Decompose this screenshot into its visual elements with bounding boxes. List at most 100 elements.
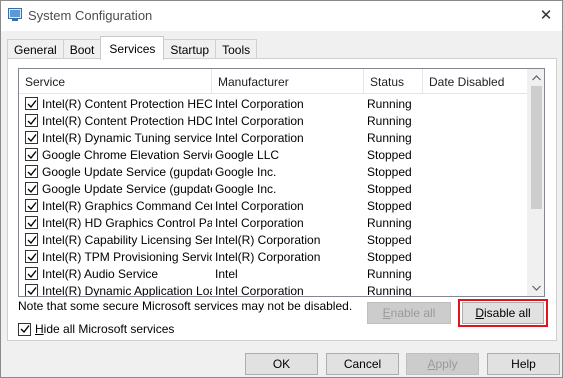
service-name: Intel(R) Dynamic Application Loa... bbox=[42, 283, 212, 297]
table-row[interactable]: Google Chrome Elevation Servic... Google … bbox=[19, 146, 529, 163]
checkmark-icon bbox=[27, 201, 37, 210]
manufacturer-cell: Intel Corporation bbox=[215, 96, 304, 111]
table-row[interactable]: Intel(R) HD Graphics Control Pa... Intel … bbox=[19, 214, 529, 231]
service-name: Google Update Service (gupdate) bbox=[42, 164, 212, 179]
manufacturer-cell: Intel Corporation bbox=[215, 215, 304, 230]
service-checkbox[interactable] bbox=[25, 284, 38, 296]
close-button[interactable]: ✕ bbox=[534, 3, 558, 27]
table-row[interactable]: Intel(R) Capability Licensing Ser... Inte… bbox=[19, 231, 529, 248]
manufacturer-cell: Intel bbox=[215, 266, 238, 281]
status-cell: Stopped bbox=[367, 147, 412, 162]
checkmark-icon bbox=[27, 218, 37, 227]
window-title: System Configuration bbox=[28, 8, 153, 23]
hide-ms-accesskey: H bbox=[35, 322, 44, 336]
checkmark-icon bbox=[27, 184, 37, 193]
manufacturer-cell: Google LLC bbox=[215, 147, 280, 162]
service-name: Intel(R) HD Graphics Control Pa... bbox=[42, 215, 212, 230]
tab-tools[interactable]: Tools bbox=[215, 39, 258, 60]
vertical-scrollbar[interactable] bbox=[527, 69, 544, 296]
status-cell: Running bbox=[367, 215, 412, 230]
column-header-manufacturer[interactable]: Manufacturer bbox=[212, 69, 364, 94]
table-row[interactable]: Intel(R) Content Protection HEC... Intel … bbox=[19, 95, 529, 112]
status-cell: Stopped bbox=[367, 164, 412, 179]
manufacturer-cell: Intel Corporation bbox=[215, 283, 304, 297]
services-list: Service Manufacturer Status Date Disable… bbox=[18, 68, 545, 297]
status-cell: Stopped bbox=[367, 198, 412, 213]
cancel-label: Cancel bbox=[343, 357, 382, 371]
close-icon: ✕ bbox=[539, 7, 553, 24]
service-name-cell: Intel(R) HD Graphics Control Pa... bbox=[19, 216, 212, 230]
checkmark-icon bbox=[27, 235, 37, 244]
hide-ms-label-rest: ide all Microsoft services bbox=[43, 322, 175, 336]
cancel-button[interactable]: Cancel bbox=[326, 353, 399, 375]
service-checkbox[interactable] bbox=[25, 165, 38, 178]
service-checkbox[interactable] bbox=[25, 233, 38, 246]
scroll-up-arrow[interactable] bbox=[528, 69, 544, 86]
help-button[interactable]: Help bbox=[487, 353, 560, 375]
manufacturer-cell: Google Inc. bbox=[215, 164, 277, 179]
chevron-down-icon bbox=[532, 285, 541, 291]
service-name: Intel(R) Graphics Command Cen... bbox=[42, 198, 212, 213]
service-name: Intel(R) Capability Licensing Ser... bbox=[42, 232, 212, 247]
ok-button[interactable]: OK bbox=[245, 353, 318, 375]
tab-startup[interactable]: Startup bbox=[163, 39, 217, 60]
table-row[interactable]: Intel(R) Audio Service Intel Running bbox=[19, 265, 529, 282]
checkmark-icon bbox=[27, 99, 37, 108]
service-name-cell: Intel(R) Audio Service bbox=[19, 267, 212, 281]
service-name: Intel(R) Dynamic Tuning service bbox=[42, 130, 212, 145]
service-checkbox[interactable] bbox=[25, 199, 38, 212]
column-header-date-disabled[interactable]: Date Disabled bbox=[423, 69, 529, 94]
table-row[interactable]: Intel(R) Dynamic Tuning service Intel Cor… bbox=[19, 129, 529, 146]
table-row[interactable]: Intel(R) TPM Provisioning Service Intel(R… bbox=[19, 248, 529, 265]
service-name-cell: Intel(R) Graphics Command Cen... bbox=[19, 199, 212, 213]
manufacturer-cell: Intel Corporation bbox=[215, 130, 304, 145]
table-row[interactable]: Google Update Service (gupdatem) Google I… bbox=[19, 180, 529, 197]
checkmark-icon bbox=[27, 116, 37, 125]
service-checkbox[interactable] bbox=[25, 250, 38, 263]
column-header-status[interactable]: Status bbox=[364, 69, 423, 94]
column-header-service[interactable]: Service bbox=[19, 69, 212, 94]
checkmark-icon bbox=[27, 252, 37, 261]
checkmark-icon bbox=[27, 150, 37, 159]
service-checkbox[interactable] bbox=[25, 114, 38, 127]
service-name-cell: Intel(R) TPM Provisioning Service bbox=[19, 250, 212, 264]
hide-microsoft-services-option[interactable]: Hide all Microsoft services bbox=[18, 322, 174, 336]
hide-microsoft-services-checkbox[interactable] bbox=[18, 322, 31, 336]
status-cell: Running bbox=[367, 113, 412, 128]
service-checkbox[interactable] bbox=[25, 267, 38, 280]
manufacturer-cell: Intel Corporation bbox=[215, 198, 304, 213]
table-row[interactable]: Intel(R) Dynamic Application Loa... Intel… bbox=[19, 282, 529, 297]
enable-all-button[interactable]: Enable all bbox=[367, 302, 451, 324]
status-cell: Stopped bbox=[367, 232, 412, 247]
apply-button[interactable]: Apply bbox=[406, 353, 479, 375]
service-checkbox[interactable] bbox=[25, 148, 38, 161]
disable-all-highlight-box bbox=[458, 299, 548, 327]
tab-label: Startup bbox=[170, 43, 210, 57]
tab-label: Boot bbox=[69, 43, 95, 57]
status-cell: Running bbox=[367, 283, 412, 297]
manufacturer-cell: Intel(R) Corporation bbox=[215, 232, 321, 247]
service-checkbox[interactable] bbox=[25, 97, 38, 110]
manufacturer-cell: Intel(R) Corporation bbox=[215, 249, 321, 264]
service-checkbox[interactable] bbox=[25, 182, 38, 195]
services-panel: Service Manufacturer Status Date Disable… bbox=[7, 58, 557, 341]
service-checkbox[interactable] bbox=[25, 131, 38, 144]
status-cell: Stopped bbox=[367, 181, 412, 196]
tab-label: Services bbox=[109, 41, 156, 56]
tab-services[interactable]: Services bbox=[100, 36, 165, 60]
tab-general[interactable]: General bbox=[7, 39, 64, 60]
service-name-cell: Google Chrome Elevation Servic... bbox=[19, 148, 212, 162]
service-name: Google Update Service (gupdatem) bbox=[42, 181, 212, 196]
table-row[interactable]: Intel(R) Content Protection HDC... Intel … bbox=[19, 112, 529, 129]
tab-label: General bbox=[14, 43, 57, 57]
service-checkbox[interactable] bbox=[25, 216, 38, 229]
service-name-cell: Intel(R) Dynamic Tuning service bbox=[19, 131, 212, 145]
table-row[interactable]: Google Update Service (gupdate) Google In… bbox=[19, 163, 529, 180]
service-name-cell: Google Update Service (gupdatem) bbox=[19, 182, 212, 196]
msconfig-app-icon bbox=[8, 8, 22, 21]
table-row[interactable]: Intel(R) Graphics Command Cen... Intel Co… bbox=[19, 197, 529, 214]
tab-boot[interactable]: Boot bbox=[62, 39, 102, 60]
apply-accesskey: A bbox=[427, 357, 436, 371]
scroll-down-arrow[interactable] bbox=[528, 279, 544, 296]
scroll-thumb[interactable] bbox=[531, 86, 542, 209]
